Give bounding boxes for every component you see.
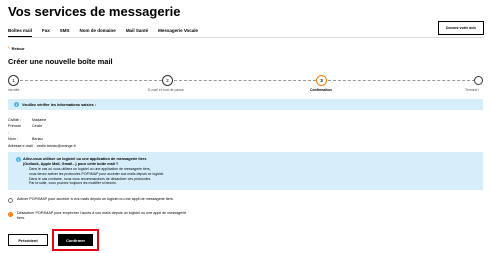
option-label: Activer POP/IMAP pour accéder à vos mail…	[17, 197, 174, 201]
chevron-left-icon: ‹	[8, 45, 10, 51]
info-icon: i	[14, 102, 19, 107]
tab-domain-name[interactable]: Nom de domaine	[80, 28, 116, 37]
back-label: Retour	[11, 45, 25, 51]
details-summary: Civilité : Madame Prénom : Cécile Nom : …	[8, 117, 76, 149]
previous-button[interactable]: Précédent	[8, 234, 48, 246]
tab-fax[interactable]: Fax	[42, 28, 50, 37]
back-link[interactable]: ‹ Retour	[8, 45, 25, 51]
stepper-connector	[174, 80, 316, 81]
option-enable-pop-imap[interactable]: Activer POP/IMAP pour accéder à vos mail…	[8, 197, 188, 203]
tab-voicemail[interactable]: Messagerie Vocale	[158, 28, 198, 37]
tab-mail-sante[interactable]: Mail Santé	[126, 28, 148, 37]
detail-row: Adresse e-mail : cecile.berlau@orange.fr	[8, 143, 76, 149]
option-label: Désactiver POP/IMAP pour empêcher l'accè…	[17, 211, 187, 220]
detail-value: cecile.berlau@orange.fr	[36, 143, 76, 148]
confirm-button[interactable]: Confirmer	[58, 234, 93, 246]
stepper: 1 2 3 Identité E-mail et mot de passe Co…	[8, 74, 483, 94]
step-4-circle	[474, 76, 483, 85]
radio-button[interactable]	[8, 212, 13, 217]
tabs-divider	[8, 37, 484, 38]
tab-sms[interactable]: SMS	[60, 28, 70, 37]
info-icon: i	[16, 157, 21, 162]
detail-key: Prénom :	[8, 124, 21, 135]
verify-notice-text: Veuillez vérifier les informations saisi…	[22, 102, 97, 107]
step-3-circle: 3	[316, 75, 327, 86]
service-tabs: Boîtes mail Fax SMS Nom de domaine Mail …	[8, 28, 198, 37]
detail-value: Cécile	[32, 124, 43, 129]
detail-row: Prénom : Cécile	[8, 123, 76, 136]
radio-button[interactable]	[8, 198, 13, 203]
stepper-connector	[328, 80, 480, 81]
step-2-label: E-mail et mot de passe	[148, 88, 184, 92]
confirm-highlight: Confirmer	[52, 229, 99, 251]
tab-mailboxes[interactable]: Boîtes mail	[8, 28, 33, 37]
page-title: Vos services de messagerie	[8, 4, 181, 19]
stepper-connector	[20, 80, 162, 81]
step-1-label: Identité	[8, 88, 20, 92]
step-2-circle: 2	[162, 75, 173, 86]
detail-key: Adresse e-mail :	[8, 143, 35, 148]
step-1-circle: 1	[8, 75, 19, 86]
feedback-button[interactable]: Donnez votre avis	[438, 21, 484, 35]
option-disable-pop-imap[interactable]: Désactiver POP/IMAP pour empêcher l'accè…	[8, 211, 188, 220]
question-text: Par la suite, vous pourrez toujours les …	[29, 181, 117, 186]
step-3-label: Confirmation	[310, 88, 332, 92]
section-title: Créer une nouvelle boîte mail	[8, 57, 113, 66]
step-4-label: Terminé !	[465, 88, 480, 92]
third-party-question: i Allez-vous utiliser un logiciel ou une…	[8, 152, 483, 190]
verify-notice: i Veuillez vérifier les informations sai…	[8, 99, 483, 110]
